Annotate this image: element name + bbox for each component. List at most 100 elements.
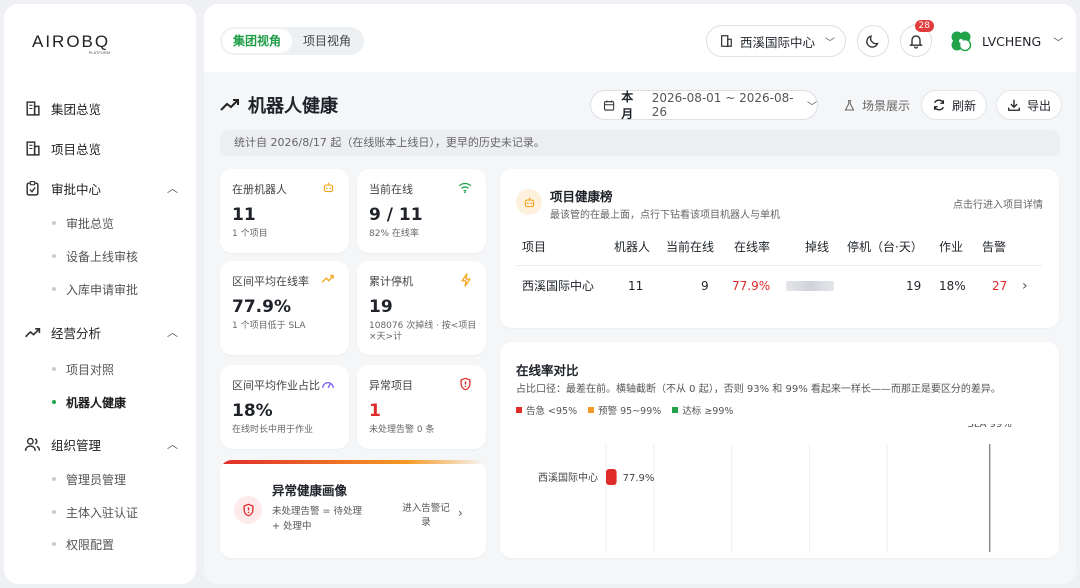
abnormal-card-description: 未处理告警 = 待处理 + 处理中	[272, 506, 362, 532]
table-row[interactable]: 西溪国际中心 11 9 77.9% 19 18% 27 ›	[516, 265, 1042, 305]
sidebar-subitem-robot-health[interactable]: 机器人健康	[52, 391, 126, 413]
gauge-icon	[322, 382, 334, 389]
top-bar: 集团视角 项目视角 西溪国际中心 ﹀ 28 LVCHENG ﹀	[204, 4, 1076, 72]
stat-card-registered-robots: 在册机器人 11 1 个项目	[220, 169, 349, 253]
stat-card-avg-online-rate: 区间平均在线率 77.9% 1 个项目低于 SLA	[220, 261, 349, 355]
sidebar-subitem-admin-management[interactable]: 管理员管理	[52, 468, 126, 490]
stat-subtext: 1 个项目低于 SLA	[232, 321, 306, 331]
clipboard-icon	[26, 180, 39, 196]
cell-online: 9	[701, 279, 709, 293]
scene-display-button[interactable]: 场景展示	[832, 90, 921, 120]
project-selector-label: 西溪国际中心	[740, 34, 816, 50]
chevron-up-icon[interactable]: ︿	[167, 436, 178, 452]
cell-alerts: 27	[992, 279, 1008, 293]
sidebar-subitem-project-compare[interactable]: 项目对照	[52, 358, 114, 380]
stat-card-avg-work-ratio: 区间平均作业占比 18% 在线时长中用于作业	[220, 365, 349, 449]
cell-work: 18%	[939, 279, 966, 293]
stat-subtext: 82% 在线率	[369, 229, 419, 239]
ranking-subtitle: 最该管的在最上面，点行下钻看该项目机器人与单机	[550, 210, 780, 221]
user-menu[interactable]: LVCHENG ﹀	[948, 28, 1063, 54]
users-icon	[24, 437, 41, 451]
stat-subtext: 在线时长中用于作业	[232, 425, 314, 435]
column-header-alerts: 告警	[982, 240, 1007, 254]
sidebar-item-group-overview[interactable]: 集团总览	[24, 94, 184, 122]
flask-icon	[844, 99, 855, 110]
data-notice: 统计自 2026/8/17 起（在线账本上线日），更早的历史未记录。	[220, 130, 1060, 156]
refresh-label: 刷新	[952, 98, 977, 113]
cell-online-rate: 77.9%	[732, 279, 771, 293]
trend-up-icon	[321, 274, 334, 283]
sidebar-item-approval[interactable]: 审批中心 ︿	[24, 174, 184, 202]
sidebar-subitem-label: 设备上线审核	[66, 249, 139, 264]
moon-icon	[866, 35, 879, 48]
theme-toggle-button[interactable]	[857, 25, 889, 57]
abnormal-health-card[interactable]: 异常健康画像 未处理告警 = 待处理 + 处理中 进入告警记录 ›	[220, 460, 486, 558]
sidebar-item-business-analysis[interactable]: 经营分析 ︿	[24, 318, 184, 346]
building-icon	[26, 100, 40, 116]
sidebar-subitem-label: 主体入驻认证	[66, 505, 139, 520]
sidebar-item-project-overview[interactable]: 项目总览	[24, 134, 184, 162]
sidebar-subitem-storage-review[interactable]: 入库申请审批	[52, 278, 138, 300]
clover-avatar-icon	[951, 31, 972, 52]
legend-label: 预警 95~99%	[598, 406, 662, 417]
chart-legend: 告急 <95% 预警 95~99% 达标 ≥99%	[516, 403, 733, 417]
notifications-button[interactable]: 28	[900, 20, 934, 57]
stat-label: 累计停机	[369, 275, 413, 288]
brand-logo: AIROBQ PLATFORM	[32, 32, 110, 55]
page-title: 机器人健康	[220, 92, 338, 118]
date-range-value: 2026-08-01 ~ 2026-08-26	[651, 91, 794, 119]
sidebar-subitem-device-review[interactable]: 设备上线审核	[52, 245, 138, 267]
robot-icon	[524, 197, 534, 207]
stat-label: 区间平均作业占比	[232, 379, 320, 392]
stat-label: 异常项目	[369, 379, 413, 392]
notification-badge: 28	[914, 20, 934, 32]
date-range-picker[interactable]: 本月 2026-08-01 ~ 2026-08-26 ﹀	[590, 90, 818, 121]
ranking-hint: 点击行进入项目详情	[953, 200, 1043, 211]
sidebar: AIROBQ PLATFORM 集团总览 项目总览 审批中心 ︿ 审批总览 设备…	[4, 4, 196, 584]
scene-display-label: 场景展示	[862, 98, 911, 113]
alert-icon-badge	[234, 496, 262, 524]
refresh-button[interactable]: 刷新	[921, 90, 988, 120]
cell-downtime: 19	[906, 279, 922, 293]
column-header-drops: 掉线	[805, 240, 830, 254]
page-title-text: 机器人健康	[248, 96, 338, 117]
tab-group-view[interactable]: 集团视角	[222, 29, 293, 53]
sidebar-item-org-management[interactable]: 组织管理 ︿	[24, 430, 184, 458]
sidebar-subitem-permissions[interactable]: 权限配置	[52, 533, 114, 555]
compare-description: 占比口径：最差在前。横轴截断（不从 0 起），否则 93% 和 99% 看起来一…	[516, 384, 1001, 395]
stat-value: 19	[369, 297, 393, 317]
chevron-right-icon[interactable]: ›	[458, 506, 463, 520]
sidebar-item-label: 项目总览	[51, 141, 102, 157]
stat-value: 18%	[232, 401, 273, 421]
sidebar-subitem-label: 审批总览	[66, 216, 115, 231]
sidebar-subitem-entity-certification[interactable]: 主体入驻认证	[52, 501, 138, 523]
calendar-icon	[603, 100, 615, 111]
brand-name: AIROBQ	[32, 32, 111, 51]
column-header-online-rate: 在线率	[734, 240, 771, 254]
chevron-down-icon: ﹀	[825, 37, 836, 49]
bar-value-label: 77.9%	[623, 473, 655, 484]
stat-value: 9 / 11	[369, 205, 423, 225]
project-selector[interactable]: 西溪国际中心 ﹀	[706, 25, 846, 57]
compare-title: 在线率对比	[516, 363, 579, 378]
building-icon	[26, 140, 40, 156]
chevron-right-icon: ›	[1022, 278, 1028, 294]
sidebar-subitem-approval-overview[interactable]: 审批总览	[52, 212, 114, 234]
sla-reference-label: SLA 99%	[967, 424, 1011, 430]
sidebar-item-label: 集团总览	[51, 101, 102, 117]
project-health-ranking-card: 项目健康榜 最该管的在最上面，点行下钻看该项目机器人与单机 点击行进入项目详情 …	[500, 169, 1059, 328]
tab-project-view[interactable]: 项目视角	[292, 29, 362, 53]
legend-item-critical: 告急 <95%	[516, 403, 577, 417]
cell-project: 西溪国际中心	[522, 279, 595, 293]
export-button[interactable]: 导出	[996, 90, 1063, 120]
stat-label: 当前在线	[369, 183, 413, 196]
chevron-up-icon[interactable]: ︿	[167, 324, 178, 340]
cell-robots: 11	[628, 279, 644, 293]
chevron-up-icon[interactable]: ︿	[167, 180, 178, 196]
alert-records-link[interactable]: 进入告警记录	[402, 502, 450, 530]
date-range-label: 本月	[621, 90, 634, 121]
project-health-table: 项目 机器人 当前在线 在线率 掉线 停机（台·天） 作业 告警 西溪国际中心 …	[516, 229, 1042, 305]
legend-label: 告急 <95%	[526, 406, 578, 417]
chevron-down-icon: ﹀	[1053, 37, 1064, 49]
sidebar-subitem-label: 入库申请审批	[66, 282, 139, 297]
